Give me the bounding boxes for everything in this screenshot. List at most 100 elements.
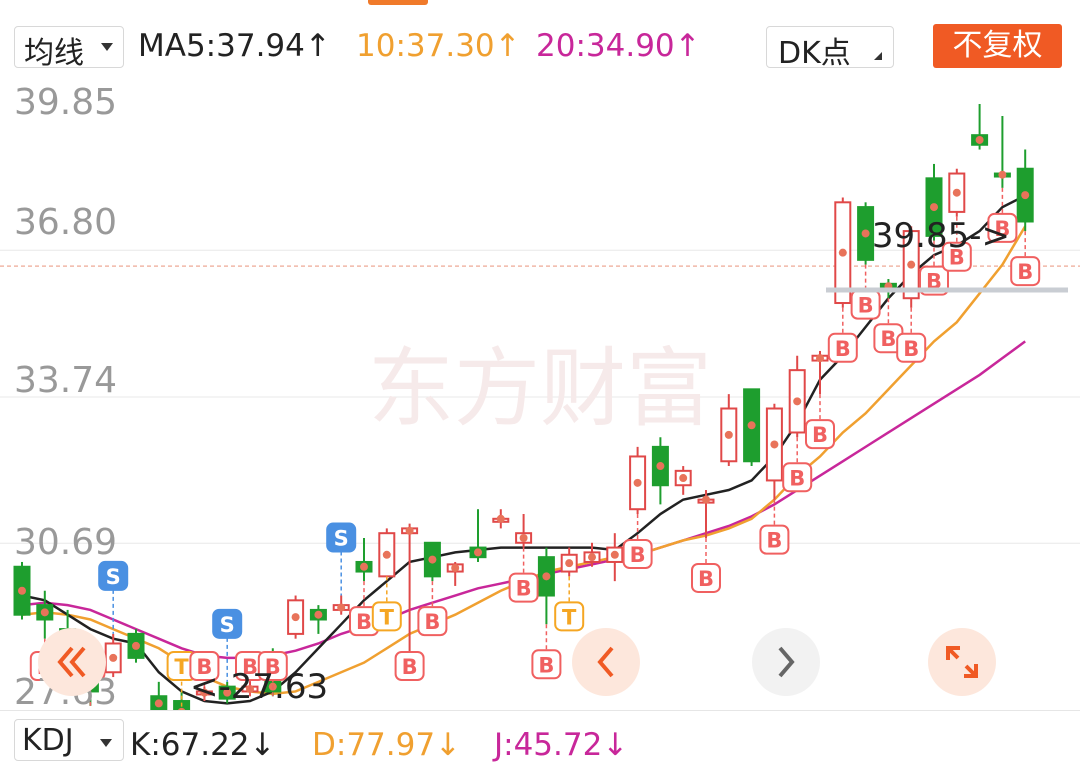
avg-price-dot bbox=[314, 610, 323, 619]
candle bbox=[287, 595, 305, 639]
avg-price-dot bbox=[793, 397, 802, 406]
avg-price-dot bbox=[405, 526, 414, 535]
signal-letter: S bbox=[334, 527, 349, 551]
price-adjust-button[interactable]: 不复权 bbox=[933, 24, 1062, 68]
candle bbox=[560, 547, 578, 577]
signal-letter: B bbox=[424, 610, 440, 634]
candle bbox=[857, 202, 875, 265]
avg-price-dot bbox=[930, 203, 938, 212]
avg-price-dot bbox=[565, 559, 574, 568]
signal-letter: B bbox=[880, 327, 896, 351]
ma5-value: MA5:37.94↑ bbox=[138, 28, 331, 64]
candle bbox=[332, 595, 350, 615]
signal-b-marker: B bbox=[394, 651, 425, 681]
avg-price-dot bbox=[474, 548, 482, 557]
avg-price-dot bbox=[610, 550, 619, 559]
signal-letter: B bbox=[538, 653, 554, 677]
signal-letter: T bbox=[562, 605, 577, 629]
left-chevron-icon bbox=[597, 646, 614, 678]
signal-letter: B bbox=[516, 577, 532, 601]
signal-b-marker: B bbox=[417, 581, 448, 637]
fullscreen-button[interactable] bbox=[928, 628, 996, 696]
y-axis-label-3: 33.74 bbox=[14, 360, 118, 401]
candle bbox=[537, 547, 555, 625]
avg-price-dot bbox=[656, 462, 665, 471]
kdj-k-value: K:67.22↓ bbox=[130, 727, 276, 763]
corner-triangle-icon bbox=[874, 52, 882, 60]
avg-price-dot bbox=[838, 248, 847, 257]
candle bbox=[1016, 149, 1034, 232]
signal-letter: T bbox=[380, 605, 395, 629]
avg-price-dot bbox=[382, 550, 391, 559]
signal-t-marker: T bbox=[371, 576, 402, 632]
avg-price-dot bbox=[451, 563, 460, 572]
avg-price-dot bbox=[360, 562, 368, 571]
signal-b-marker: B bbox=[622, 514, 653, 570]
double-left-icon bbox=[57, 646, 86, 678]
candle bbox=[492, 509, 510, 529]
candle bbox=[13, 561, 31, 620]
signal-letter: B bbox=[1017, 260, 1033, 284]
candle bbox=[423, 541, 441, 582]
sub-indicator-label: KDJ bbox=[22, 723, 74, 758]
signal-letter: S bbox=[106, 565, 121, 589]
candle bbox=[150, 681, 168, 710]
candle bbox=[788, 355, 806, 438]
signal-s-marker: S bbox=[326, 522, 357, 596]
candle bbox=[378, 528, 396, 578]
right-chevron-icon bbox=[778, 646, 795, 678]
avg-price-dot bbox=[861, 229, 870, 238]
avg-price-dot bbox=[975, 135, 984, 144]
signal-letter: B bbox=[835, 337, 851, 361]
avg-price-dot bbox=[816, 354, 824, 363]
kdj-d-value: D:77.97↓ bbox=[312, 727, 462, 763]
candle bbox=[948, 168, 966, 217]
avg-price-dot bbox=[747, 421, 756, 430]
candle bbox=[720, 394, 738, 467]
candlestick-svg: 东方财富 BBSTBSBBSBTBBBBTBBBBBBBBBBBBB 39.85… bbox=[0, 104, 1080, 710]
dropdown-caret-icon bbox=[101, 43, 113, 51]
avg-price-dot bbox=[519, 533, 528, 542]
candle bbox=[765, 403, 783, 500]
dk-point-label: DK点 bbox=[778, 36, 851, 71]
signal-t-marker: T bbox=[554, 576, 585, 632]
avg-price-dot bbox=[633, 478, 642, 487]
candle bbox=[674, 466, 692, 495]
avg-price-dot bbox=[542, 572, 551, 581]
jump-start-button[interactable] bbox=[38, 628, 106, 696]
candle bbox=[606, 533, 624, 582]
moving-average-lines bbox=[21, 194, 1027, 705]
avg-price-dot bbox=[40, 608, 49, 617]
avg-price-dot bbox=[154, 699, 163, 708]
avg-price-dot bbox=[291, 613, 300, 622]
candle bbox=[446, 561, 464, 586]
signal-b-marker: B bbox=[508, 547, 539, 603]
scroll-right-button[interactable] bbox=[752, 628, 820, 696]
y-axis-label-2: 36.80 bbox=[14, 202, 118, 243]
signal-letter: B bbox=[698, 567, 714, 591]
scroll-left-button[interactable] bbox=[572, 628, 640, 696]
ma-type-label: 均线 bbox=[24, 36, 84, 71]
avg-price-dot bbox=[337, 603, 346, 612]
avg-price-dot bbox=[109, 653, 118, 662]
signal-letter: S bbox=[220, 613, 235, 637]
avg-price-dot bbox=[770, 440, 779, 449]
candle bbox=[355, 537, 373, 582]
candle bbox=[629, 446, 647, 515]
ma20-value: 20:34.90↑ bbox=[536, 28, 701, 64]
y-axis-label-4: 30.69 bbox=[14, 522, 118, 563]
kline-chart[interactable]: 东方财富 BBSTBSBBSBTBBBBTBBBBBBBBBBBBB 39.85… bbox=[0, 78, 1080, 713]
signal-b-marker: B bbox=[896, 307, 927, 363]
candle bbox=[993, 115, 1011, 188]
kdj-j-value: J:45.72↓ bbox=[494, 727, 629, 763]
avg-price-dot bbox=[679, 474, 688, 483]
candle bbox=[401, 523, 419, 673]
ma10-value: 10:37.30↑ bbox=[356, 28, 521, 64]
avg-price-dot bbox=[702, 495, 710, 504]
signal-letter: B bbox=[630, 543, 646, 567]
signal-letter: T bbox=[174, 655, 189, 679]
signal-letter: B bbox=[903, 337, 919, 361]
candle bbox=[469, 509, 487, 562]
candle bbox=[127, 629, 145, 663]
low-price-annotation: <-27.63 bbox=[190, 667, 328, 707]
